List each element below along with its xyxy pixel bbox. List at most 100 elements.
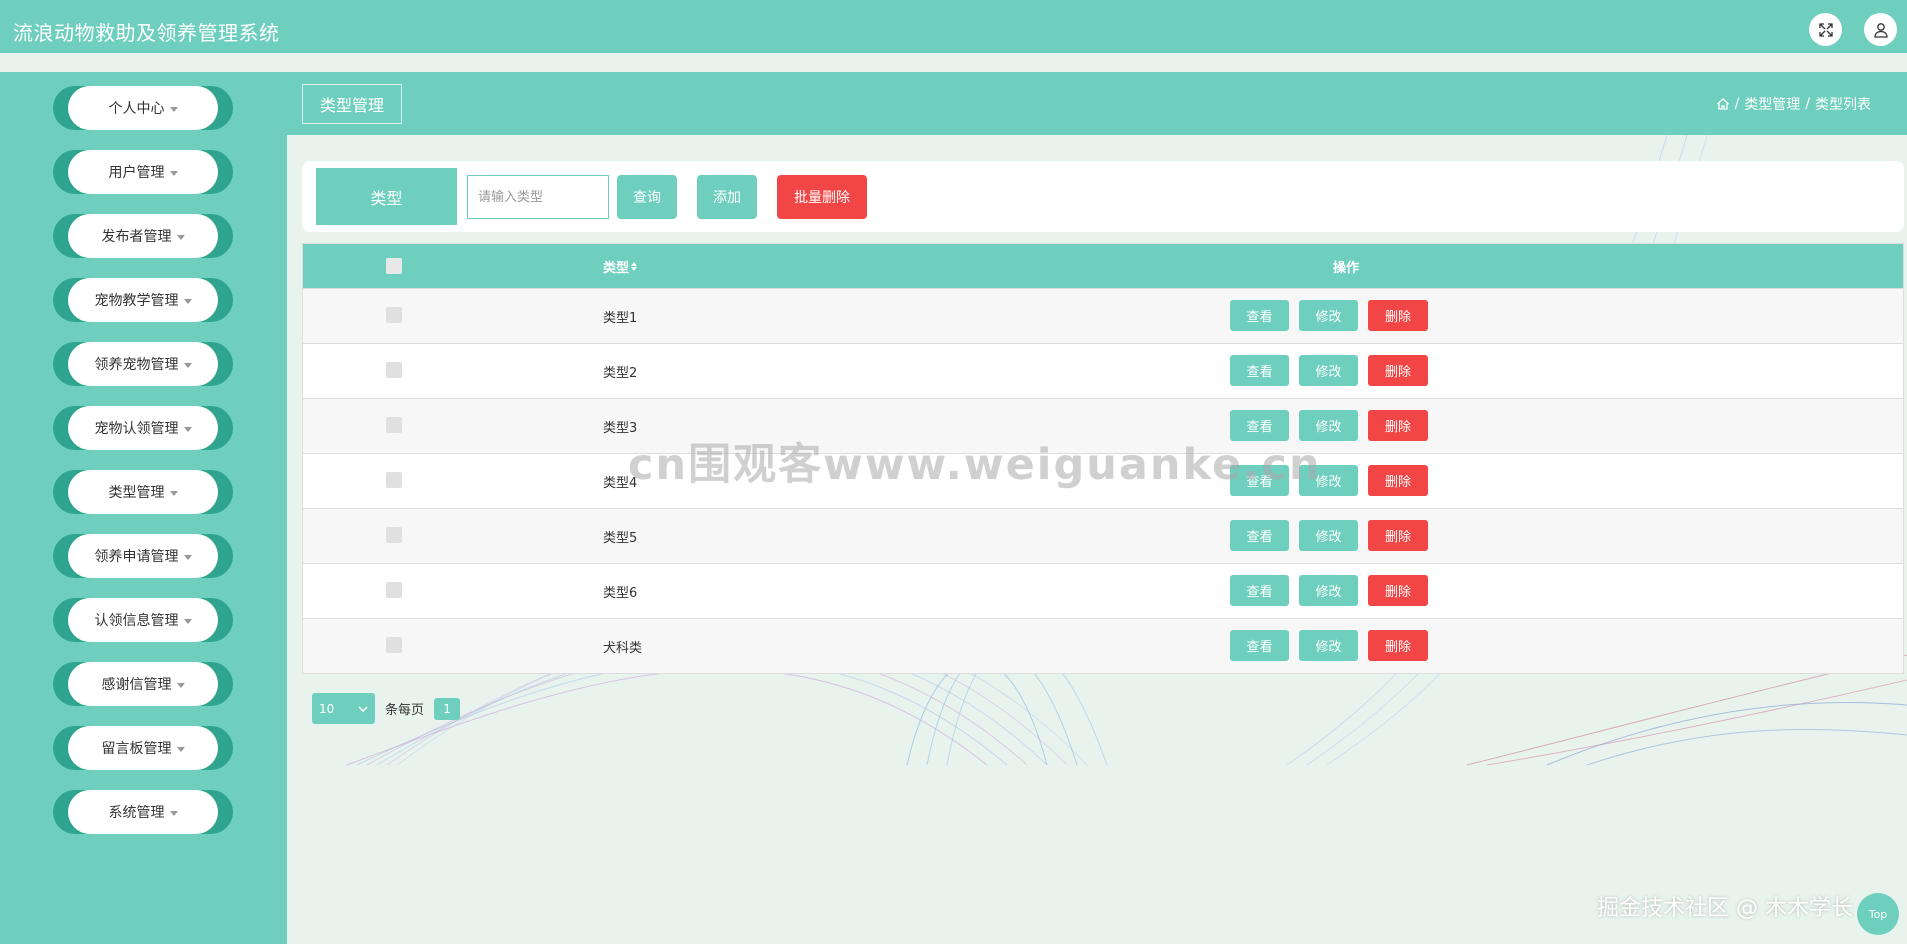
table-row: 类型2 查看 修改 删除: [303, 343, 1903, 398]
per-page-label: 条每页: [385, 703, 425, 718]
sidebar-item-adoption-pet-management[interactable]: 领养宠物管理: [53, 342, 233, 386]
cell-type: 类型2: [603, 365, 638, 381]
delete-button[interactable]: 删除: [1368, 355, 1428, 386]
breadcrumb-separator: /: [1734, 96, 1740, 112]
row-checkbox[interactable]: [386, 417, 402, 433]
back-to-top-button[interactable]: Top: [1857, 893, 1899, 935]
view-button[interactable]: 查看: [1230, 630, 1289, 661]
breadcrumb-level2: 类型列表: [1815, 97, 1871, 113]
sidebar-item-type-management[interactable]: 类型管理: [53, 470, 233, 514]
search-panel: 类型 查询 添加 批量删除: [302, 161, 1904, 232]
caret-down-icon: [183, 362, 192, 368]
cell-type: 类型1: [603, 310, 638, 326]
delete-button[interactable]: 删除: [1368, 630, 1428, 661]
edit-button[interactable]: 修改: [1299, 300, 1358, 331]
delete-button[interactable]: 删除: [1368, 575, 1428, 606]
edit-button[interactable]: 修改: [1299, 520, 1358, 551]
cell-type: 犬科类: [603, 640, 643, 656]
home-icon[interactable]: [1716, 97, 1730, 111]
page-size-value: 10: [319, 701, 335, 716]
table-row: 类型1 查看 修改 删除: [303, 288, 1903, 343]
delete-button[interactable]: 删除: [1368, 520, 1428, 551]
edit-button[interactable]: 修改: [1299, 575, 1358, 606]
row-checkbox[interactable]: [386, 362, 402, 378]
edit-button[interactable]: 修改: [1299, 355, 1358, 386]
column-header-type-label: 类型: [603, 260, 630, 276]
search-label: 类型: [316, 168, 457, 225]
row-checkbox[interactable]: [386, 472, 402, 488]
sidebar-item-thank-letter-management[interactable]: 感谢信管理: [53, 662, 233, 706]
table-header: 类型 操作: [303, 244, 1903, 288]
caret-down-icon: [183, 618, 192, 624]
credit-watermark: 掘金技术社区 @ 木木学长: [1597, 896, 1853, 921]
tab-type-management[interactable]: 类型管理: [302, 84, 402, 124]
delete-button[interactable]: 删除: [1368, 300, 1428, 331]
caret-down-icon: [176, 234, 185, 240]
table-row: 类型6 查看 修改 删除: [303, 563, 1903, 618]
user-menu-button[interactable]: [1864, 13, 1897, 46]
content-header: 类型管理 / 类型管理 / 类型列表: [287, 72, 1907, 135]
row-checkbox[interactable]: [386, 582, 402, 598]
sidebar-item-label: 发布者管理: [101, 229, 172, 245]
sidebar: 个人中心 用户管理 发布者管理 宠物教学管理 领养宠物管理 宠物认领管理 类型管…: [0, 72, 287, 944]
fullscreen-icon: [1818, 22, 1833, 37]
table-row: 类型5 查看 修改 删除: [303, 508, 1903, 563]
breadcrumb-separator: /: [1805, 96, 1810, 112]
view-button[interactable]: 查看: [1230, 355, 1289, 386]
cell-type: 类型6: [603, 585, 638, 601]
select-all-checkbox[interactable]: [386, 258, 402, 274]
delete-button[interactable]: 删除: [1368, 465, 1428, 496]
sidebar-item-label: 用户管理: [108, 165, 165, 181]
fullscreen-button[interactable]: [1809, 13, 1842, 46]
table-row: 犬科类 查看 修改 删除: [303, 618, 1903, 673]
caret-down-icon: [169, 810, 178, 816]
type-search-input[interactable]: [467, 175, 609, 219]
row-checkbox[interactable]: [386, 527, 402, 543]
query-button[interactable]: 查询: [617, 175, 677, 219]
sidebar-item-label: 宠物教学管理: [94, 293, 179, 309]
sidebar-item-label: 感谢信管理: [101, 677, 172, 693]
column-header-type[interactable]: 类型: [603, 244, 638, 288]
caret-down-icon: [169, 490, 178, 496]
caret-down-icon: [169, 170, 178, 176]
app-title: 流浪动物救助及领养管理系统: [13, 21, 280, 45]
sidebar-item-label: 类型管理: [108, 485, 165, 501]
batch-delete-button[interactable]: 批量删除: [777, 175, 867, 219]
watermark-text: cn围观客www.weiguanke.cn: [628, 440, 1322, 490]
sidebar-item-message-board-management[interactable]: 留言板管理: [53, 726, 233, 770]
sidebar-item-publisher-management[interactable]: 发布者管理: [53, 214, 233, 258]
sidebar-item-pet-claim-management[interactable]: 宠物认领管理: [53, 406, 233, 450]
row-checkbox[interactable]: [386, 307, 402, 323]
page-number-button[interactable]: 1: [434, 697, 461, 720]
page-size-select[interactable]: 10: [312, 693, 375, 724]
view-button[interactable]: 查看: [1230, 520, 1289, 551]
sidebar-item-claim-info-management[interactable]: 认领信息管理: [53, 598, 233, 642]
edit-button[interactable]: 修改: [1299, 630, 1358, 661]
sidebar-item-pet-teaching-management[interactable]: 宠物教学管理: [53, 278, 233, 322]
sort-icon[interactable]: [631, 261, 638, 271]
breadcrumb: / 类型管理 / 类型列表: [1716, 94, 1871, 114]
caret-down-icon: [183, 298, 192, 304]
top-bar: 流浪动物救助及领养管理系统: [0, 0, 1907, 61]
add-button[interactable]: 添加: [697, 175, 757, 219]
caret-down-icon: [183, 426, 192, 432]
view-button[interactable]: 查看: [1230, 575, 1289, 606]
delete-button[interactable]: 删除: [1368, 410, 1428, 441]
sidebar-item-adoption-application-management[interactable]: 领养申请管理: [53, 534, 233, 578]
sidebar-item-label: 领养宠物管理: [94, 357, 179, 373]
sidebar-item-personal-center[interactable]: 个人中心: [53, 86, 233, 130]
cell-type: 类型5: [603, 530, 638, 546]
view-button[interactable]: 查看: [1230, 300, 1289, 331]
column-header-actions: 操作: [1333, 260, 1360, 276]
user-icon: [1873, 22, 1888, 38]
sidebar-item-user-management[interactable]: 用户管理: [53, 150, 233, 194]
caret-down-icon: [169, 106, 178, 112]
breadcrumb-level1[interactable]: 类型管理: [1744, 94, 1800, 114]
sidebar-item-label: 个人中心: [108, 101, 165, 117]
sidebar-item-label: 认领信息管理: [94, 613, 179, 629]
caret-down-icon: [176, 746, 185, 752]
row-checkbox[interactable]: [386, 637, 402, 653]
caret-down-icon: [176, 682, 185, 688]
sidebar-item-system-management[interactable]: 系统管理: [53, 790, 233, 834]
pagination: 10 条每页 1: [312, 693, 461, 724]
